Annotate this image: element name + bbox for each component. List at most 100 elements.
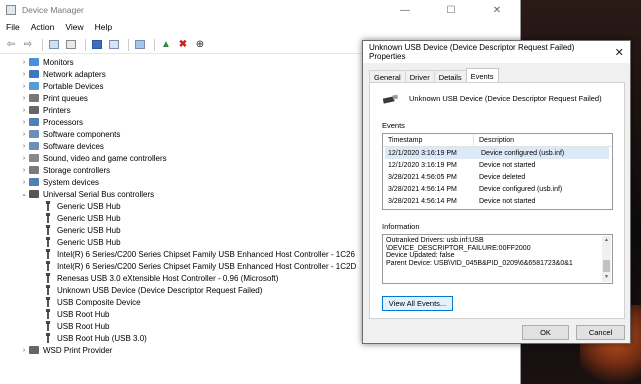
category-icon	[29, 346, 39, 354]
tree-item-label: Network adapters	[43, 69, 106, 79]
expand-chevron-icon[interactable]: ›	[19, 143, 29, 150]
information-line: Parent Device: USB\VID_045B&PID_0209\6&6…	[386, 259, 573, 267]
scan-hardware-icon[interactable]	[107, 38, 121, 52]
tree-item-label: USB Root Hub	[57, 309, 110, 319]
expand-chevron-icon[interactable]: ›	[19, 59, 29, 66]
event-description: Device configured (usb.inf)	[481, 149, 565, 157]
tree-item-label: Print queues	[43, 93, 88, 103]
update-driver-down-icon[interactable]: ⊕	[193, 38, 207, 52]
ok-button[interactable]: OK	[522, 325, 569, 340]
scroll-thumb[interactable]	[603, 260, 610, 272]
expand-chevron-icon[interactable]: ›	[19, 107, 29, 114]
usb-plug-icon	[45, 249, 51, 259]
usb-device-icon	[383, 94, 399, 104]
window-controls: — ☐ ✕	[382, 5, 520, 16]
add-driver-icon[interactable]: ▲	[159, 38, 173, 52]
properties-icon[interactable]	[64, 38, 78, 52]
category-icon	[29, 142, 39, 150]
expand-chevron-icon[interactable]: ›	[19, 71, 29, 78]
menu-view[interactable]: View	[65, 22, 83, 32]
minimize-button[interactable]: —	[382, 5, 428, 16]
expand-chevron-icon[interactable]: ›	[19, 119, 29, 126]
forward-arrow-icon[interactable]: ⇨	[21, 38, 35, 52]
events-label: Events	[382, 121, 405, 130]
view-all-events-button[interactable]: View All Events...	[382, 296, 453, 311]
usb-plug-icon	[45, 297, 51, 307]
tree-category[interactable]: › WSD Print Provider	[0, 344, 519, 356]
expand-chevron-icon[interactable]: ›	[19, 95, 29, 102]
event-description: Device deleted	[479, 173, 526, 181]
device-manager-icon	[6, 5, 16, 15]
dialog-close-button[interactable]: ✕	[608, 46, 630, 59]
event-timestamp: 12/1/2020 3:16:19 PM	[388, 149, 457, 157]
category-icon	[29, 190, 39, 198]
expand-chevron-icon[interactable]: ›	[19, 155, 29, 162]
toolbar-separator	[42, 38, 43, 51]
usb-plug-icon	[45, 213, 51, 223]
expand-chevron-icon[interactable]: ›	[19, 347, 29, 354]
usb-plug-icon	[45, 201, 51, 211]
tree-item-label: USB Root Hub	[57, 321, 110, 331]
event-row[interactable]: 12/1/2020 3:16:19 PM Device not started	[383, 159, 612, 171]
category-icon	[29, 118, 39, 126]
cancel-button[interactable]: Cancel	[576, 325, 625, 340]
expand-chevron-icon[interactable]: ›	[19, 179, 29, 186]
event-description: Device not started	[479, 197, 536, 205]
timestamp-column-header[interactable]: Timestamp	[383, 134, 474, 146]
category-icon	[29, 70, 39, 78]
tree-item-label: Intel(R) 6 Series/C200 Series Chipset Fa…	[57, 249, 355, 259]
monitor-icon[interactable]	[133, 38, 147, 52]
tree-item-label: Storage controllers	[43, 165, 111, 175]
event-row[interactable]: 3/28/2021 4:56:05 PM Device deleted	[383, 171, 612, 183]
information-line: Device Updated: false	[386, 252, 455, 259]
tree-item-label: Processors	[43, 117, 84, 127]
back-arrow-icon[interactable]: ⇦	[4, 38, 18, 52]
scroll-up-arrow-icon[interactable]: ▲	[602, 237, 611, 245]
tree-item-label: USB Composite Device	[57, 297, 141, 307]
event-row[interactable]: 3/28/2021 4:56:14 PM Device not started	[383, 195, 612, 207]
tree-item-label: Unknown USB Device (Device Descriptor Re…	[57, 285, 263, 295]
window-title: Device Manager	[22, 5, 84, 15]
event-row[interactable]: 12/1/2020 3:16:19 PM Device configured (u…	[385, 147, 609, 159]
expand-chevron-icon[interactable]: ›	[19, 167, 29, 174]
help-icon[interactable]	[90, 38, 104, 52]
tree-item-label: Portable Devices	[43, 81, 104, 91]
information-text: Outranked Drivers: usb.inf:USB \DEVICE_DE…	[386, 237, 600, 267]
tree-item-label: Generic USB Hub	[57, 225, 121, 235]
category-icon	[29, 178, 39, 186]
events-table[interactable]: Timestamp Description 12/1/2020 3:16:19 …	[382, 133, 613, 210]
event-timestamp: 3/28/2021 4:56:05 PM	[388, 173, 457, 181]
usb-plug-icon	[45, 285, 51, 295]
collapse-chevron-icon[interactable]: ⌄	[19, 190, 29, 198]
tree-item-label: Monitors	[43, 57, 74, 67]
events-panel: Unknown USB Device (Device Descriptor Re…	[369, 82, 625, 319]
usb-plug-icon	[45, 225, 51, 235]
expand-chevron-icon[interactable]: ›	[19, 131, 29, 138]
event-timestamp: 12/1/2020 3:16:19 PM	[388, 161, 457, 169]
category-icon	[29, 94, 39, 102]
toolbar-separator	[154, 38, 155, 51]
menu-help[interactable]: Help	[95, 22, 112, 32]
properties-dialog: Unknown USB Device (Device Descriptor Re…	[362, 40, 631, 344]
dialog-title-bar: Unknown USB Device (Device Descriptor Re…	[363, 41, 630, 63]
tab-events[interactable]: Events	[465, 68, 499, 83]
tree-item-label: Printers	[43, 105, 71, 115]
maximize-button[interactable]: ☐	[428, 5, 474, 16]
category-icon	[29, 166, 39, 174]
show-hide-tree-icon[interactable]	[47, 38, 61, 52]
tree-item-label: Software components	[43, 129, 121, 139]
menu-file[interactable]: File	[6, 22, 20, 32]
description-column-header[interactable]: Description	[474, 134, 514, 146]
close-button[interactable]: ✕	[474, 5, 520, 16]
information-label: Information	[382, 222, 420, 231]
menu-action[interactable]: Action	[31, 22, 55, 32]
scroll-down-arrow-icon[interactable]: ▼	[602, 274, 611, 282]
event-row[interactable]: 3/28/2021 4:56:14 PM Device configured (u…	[383, 183, 612, 195]
tree-item-label: Generic USB Hub	[57, 201, 121, 211]
dialog-title: Unknown USB Device (Device Descriptor Re…	[369, 43, 575, 61]
tree-item-label: Universal Serial Bus controllers	[43, 189, 155, 199]
uninstall-x-icon[interactable]: ✖	[176, 38, 190, 52]
expand-chevron-icon[interactable]: ›	[19, 83, 29, 90]
information-textbox[interactable]: Outranked Drivers: usb.inf:USB \DEVICE_DE…	[382, 234, 613, 284]
information-scrollbar[interactable]: ▲ ▼	[602, 236, 611, 282]
